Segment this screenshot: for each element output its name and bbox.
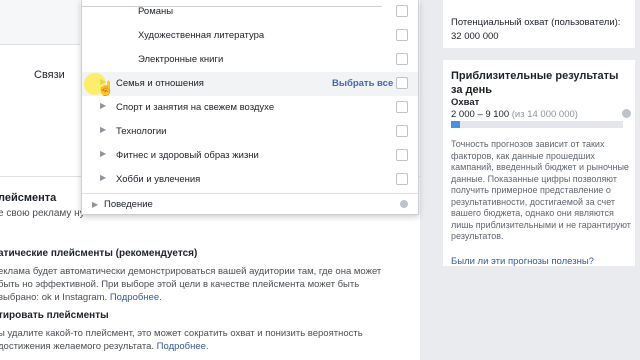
checkbox[interactable] bbox=[396, 125, 408, 137]
results-title: Приблизительные результаты за день bbox=[451, 70, 619, 96]
dropdown-item-hobbies[interactable]: ▶ Хобби и увлечения bbox=[82, 168, 418, 192]
potential-reach-label: Потенциальный охват (пользователи): bbox=[451, 17, 621, 28]
reach-range: 2 000 – 9 100 (из 14 000 000) bbox=[451, 109, 578, 120]
dropdown-item-fitness[interactable]: ▶ Фитнес и здоровый образ жизни bbox=[82, 144, 418, 168]
placements-subtitle: е свою рекламу ну bbox=[0, 208, 85, 219]
chevron-right-icon[interactable]: ▶ bbox=[100, 173, 106, 182]
checkbox[interactable] bbox=[396, 53, 408, 65]
info-icon[interactable] bbox=[622, 109, 631, 118]
chevron-right-icon[interactable]: ▶ bbox=[100, 101, 106, 110]
auto-placements-option[interactable]: атические плейсменты (рекомендуется) bbox=[0, 248, 197, 259]
auto-placements-description: еклама будет автоматически демонстрирова… bbox=[0, 266, 382, 303]
placements-title: лейсмента bbox=[0, 192, 57, 204]
estimated-results-panel: Приблизительные результаты за день Охват… bbox=[443, 60, 635, 267]
dropdown-item-ebooks[interactable]: Электронные книги bbox=[82, 48, 418, 72]
checkbox[interactable] bbox=[396, 101, 408, 113]
connections-label: Связи bbox=[34, 69, 65, 81]
select-all-link[interactable]: Выбрать все bbox=[332, 78, 393, 89]
edit-placements-description: ы удалите какой-то плейсмент, это может … bbox=[0, 328, 363, 352]
forecast-feedback-link[interactable]: Были ли эти прогнозы полезны? bbox=[451, 256, 594, 267]
potential-reach-value: 32 000 000 bbox=[451, 31, 499, 42]
auto-learn-more-link[interactable]: Подробнее. bbox=[110, 292, 162, 303]
dropdown-item-fiction[interactable]: Художественная литература bbox=[82, 24, 418, 48]
checkbox[interactable] bbox=[396, 77, 408, 89]
dropdown-item-technology[interactable]: ▶ Технологии bbox=[82, 120, 418, 144]
dropdown-item-family[interactable]: ▶ Семья и отношения Выбрать все bbox=[82, 72, 418, 96]
interests-dropdown: Романы Художественная литература Электро… bbox=[81, 0, 419, 215]
audience-size-panel: Потенциальный охват (пользователи): 32 0… bbox=[443, 0, 635, 48]
checkbox[interactable] bbox=[396, 173, 408, 185]
checkbox[interactable] bbox=[396, 5, 408, 17]
chevron-right-icon[interactable]: ▶ bbox=[100, 125, 106, 134]
checkbox[interactable] bbox=[396, 29, 408, 41]
dropdown-item-novels[interactable]: Романы bbox=[82, 0, 418, 24]
chevron-right-icon[interactable]: ▶ bbox=[92, 200, 98, 209]
dropdown-item-sports[interactable]: ▶ Спорт и занятия на свежем воздухе bbox=[82, 96, 418, 120]
dropdown-item-behavior[interactable]: ▶ Поведение bbox=[82, 193, 418, 215]
info-icon[interactable] bbox=[400, 200, 408, 208]
edit-placements-option[interactable]: тировать плейсменты bbox=[0, 310, 109, 321]
checkbox[interactable] bbox=[396, 149, 408, 161]
edit-learn-more-link[interactable]: Подробнее. bbox=[157, 341, 209, 352]
reach-bar-fill bbox=[451, 121, 460, 128]
chevron-right-icon[interactable]: ▶ bbox=[100, 149, 106, 158]
reach-label: Охват bbox=[451, 97, 480, 108]
reach-bar bbox=[451, 121, 623, 128]
accuracy-disclaimer: Точность прогнозов зависит от таких факт… bbox=[451, 139, 631, 241]
hand-cursor-icon: ☝ bbox=[97, 80, 115, 96]
header-strip bbox=[0, 0, 80, 45]
